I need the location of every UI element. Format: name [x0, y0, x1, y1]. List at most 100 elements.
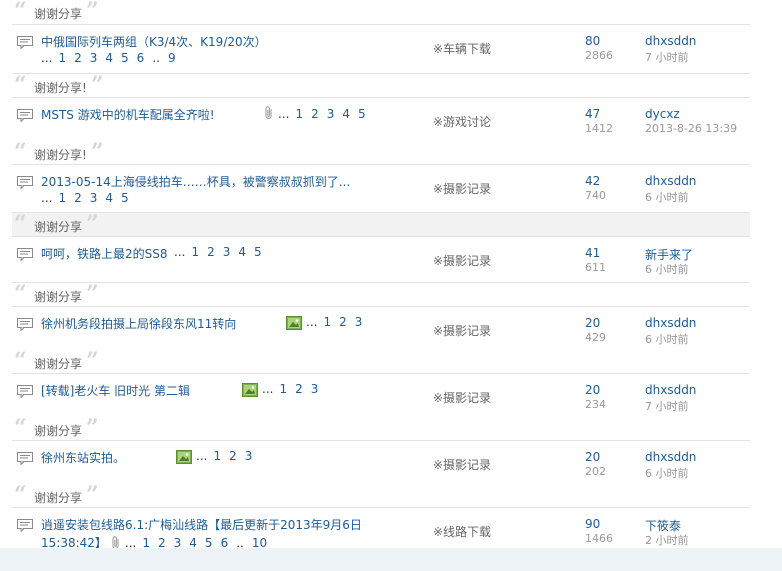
- last-post-time[interactable]: 7 小时前: [645, 49, 689, 65]
- topic-bubble-icon[interactable]: [17, 36, 33, 50]
- view-count: 234: [585, 398, 606, 411]
- forum-link[interactable]: ※摄影记录: [433, 180, 491, 197]
- quote-text: 谢谢分享: [34, 491, 83, 505]
- page-link[interactable]: 2: [207, 245, 215, 259]
- image-icon: [286, 315, 302, 330]
- last-post-time[interactable]: 2 小时前: [645, 532, 689, 548]
- page-links: 15:38:42】... 1 2 3 4 5 6.. 10: [41, 534, 275, 548]
- quote-text: 谢谢分享!: [34, 148, 87, 162]
- last-post-time[interactable]: 6 小时前: [645, 189, 689, 205]
- page-link[interactable]: 3: [90, 51, 98, 65]
- last-post-author[interactable]: dhxsddn: [645, 450, 696, 464]
- page-link[interactable]: 3: [223, 245, 231, 259]
- page-link[interactable]: 5: [358, 107, 366, 121]
- view-count: 1466: [585, 532, 613, 545]
- page-link[interactable]: 2: [339, 315, 347, 329]
- reply-count[interactable]: 20: [585, 383, 600, 397]
- forum-link[interactable]: ※摄影记录: [433, 456, 491, 473]
- reply-count[interactable]: 80: [585, 34, 600, 48]
- thread-list-panel: “谢谢分享” “谢谢分享!” “谢谢分享!” “谢谢分享” “谢谢分享” “谢谢分享” “谢…: [0, 0, 761, 549]
- forum-link[interactable]: ※游戏讨论: [433, 113, 491, 130]
- page-link[interactable]: 2: [74, 191, 82, 205]
- thread-title-link[interactable]: 徐州机务段拍摄上局徐段东风11转向: [41, 315, 236, 332]
- page-link[interactable]: 2: [229, 449, 237, 463]
- thread-row: MSTS 游戏中的机车配属全齐啦!... 1 2 3 4 5 ※游戏讨论 47 1412 dycx…: [12, 97, 750, 142]
- topic-bubble-icon[interactable]: [17, 109, 33, 123]
- topic-bubble-icon[interactable]: [17, 318, 33, 332]
- reply-count[interactable]: 41: [585, 246, 600, 260]
- last-post-author[interactable]: dhxsddn: [645, 383, 696, 397]
- page-link[interactable]: 4: [105, 51, 113, 65]
- thread-title-link[interactable]: 中俄国际列车两组（K3/4次、K19/20次）: [41, 33, 267, 50]
- page-link[interactable]: 4: [342, 107, 350, 121]
- quote-open-icon: “: [14, 139, 27, 165]
- thread-title-link[interactable]: 逍遥安装包线路6.1:广梅汕线路【最后更新于2013年9月6日: [41, 516, 362, 533]
- page-link[interactable]: 1: [295, 107, 303, 121]
- page-link[interactable]: 3: [311, 382, 319, 396]
- page-link[interactable]: 5: [121, 191, 129, 205]
- last-post-time[interactable]: 6 小时前: [645, 465, 689, 481]
- page-link[interactable]: 1: [323, 315, 331, 329]
- forum-link[interactable]: ※摄影记录: [433, 389, 491, 406]
- quote-close-icon: ”: [86, 415, 99, 441]
- page-link[interactable]: 1: [58, 51, 66, 65]
- topic-bubble-icon[interactable]: [17, 385, 33, 399]
- last-post-author[interactable]: dycxz: [645, 107, 680, 121]
- page-link[interactable]: 9: [168, 51, 176, 65]
- quote-row: “ 谢谢分享”: [12, 212, 750, 237]
- reply-count[interactable]: 90: [585, 517, 600, 531]
- forum-link[interactable]: ※线路下载: [433, 523, 491, 540]
- page-link[interactable]: 3: [355, 315, 363, 329]
- quote-close-icon: ”: [86, 0, 99, 24]
- page-link[interactable]: 5: [254, 245, 262, 259]
- last-post-author[interactable]: dhxsddn: [645, 316, 696, 330]
- forum-link[interactable]: ※摄影记录: [433, 322, 491, 339]
- topic-bubble-icon[interactable]: [17, 176, 33, 190]
- reply-count[interactable]: 20: [585, 450, 600, 464]
- last-post-time[interactable]: 6 小时前: [645, 261, 689, 277]
- page-link[interactable]: 3: [245, 449, 253, 463]
- last-post-time[interactable]: 2013-8-26 13:39: [645, 122, 737, 135]
- thread-row: 呵呵，铁路上最2的SS8... 1 2 3 4 5 ※摄影记录 41 611 新手来了 6 小时前: [12, 236, 750, 281]
- ellipsis: ...: [41, 191, 53, 205]
- forum-link[interactable]: ※车辆下载: [433, 40, 491, 57]
- ellipsis: ...: [262, 382, 274, 396]
- reply-count[interactable]: 20: [585, 316, 600, 330]
- page-link[interactable]: 4: [105, 191, 113, 205]
- page-link[interactable]: 2: [311, 107, 319, 121]
- page-link[interactable]: 1: [58, 191, 66, 205]
- page-link[interactable]: 4: [238, 245, 246, 259]
- thread-title-link[interactable]: 徐州东站实拍。: [41, 449, 125, 466]
- topic-bubble-icon[interactable]: [17, 452, 33, 466]
- quote-close-icon: ”: [86, 281, 99, 307]
- page-link[interactable]: 5: [121, 51, 129, 65]
- page-link[interactable]: 6: [137, 51, 145, 65]
- topic-bubble-icon[interactable]: [17, 519, 33, 533]
- thread-title-text: [转载]老火车 旧时光 第二辑: [41, 384, 190, 398]
- page-link[interactable]: 1: [213, 449, 221, 463]
- quote-close-icon: ”: [91, 72, 104, 98]
- page-link[interactable]: 1: [191, 245, 199, 259]
- page-links: ... 1 2 3 4 5: [260, 106, 374, 122]
- quote-open-icon: “: [14, 348, 27, 374]
- topic-bubble-icon[interactable]: [17, 248, 33, 262]
- ellipsis: ...: [174, 245, 186, 259]
- thread-title-link[interactable]: MSTS 游戏中的机车配属全齐啦!: [41, 106, 215, 123]
- reply-count[interactable]: 42: [585, 174, 600, 188]
- last-post-time[interactable]: 6 小时前: [645, 331, 689, 347]
- bottom-bar: [0, 548, 782, 571]
- page-link[interactable]: 2: [74, 51, 82, 65]
- thread-title-link[interactable]: 2013-05-14上海侵线拍车……杯具，被警察叔叔抓到了...: [41, 173, 350, 190]
- reply-count[interactable]: 47: [585, 107, 600, 121]
- last-post-author[interactable]: dhxsddn: [645, 174, 696, 188]
- last-post-author[interactable]: dhxsddn: [645, 34, 696, 48]
- forum-link[interactable]: ※摄影记录: [433, 252, 491, 269]
- thread-title-link[interactable]: 呵呵，铁路上最2的SS8: [41, 245, 168, 262]
- page-link[interactable]: 2: [295, 382, 303, 396]
- page-link[interactable]: 3: [327, 107, 335, 121]
- page-link[interactable]: 1: [279, 382, 287, 396]
- last-post-time[interactable]: 7 小时前: [645, 398, 689, 414]
- page-link[interactable]: 3: [90, 191, 98, 205]
- page-links: ... 1 2 3 4 5: [41, 191, 137, 205]
- thread-title-link[interactable]: [转载]老火车 旧时光 第二辑: [41, 382, 190, 399]
